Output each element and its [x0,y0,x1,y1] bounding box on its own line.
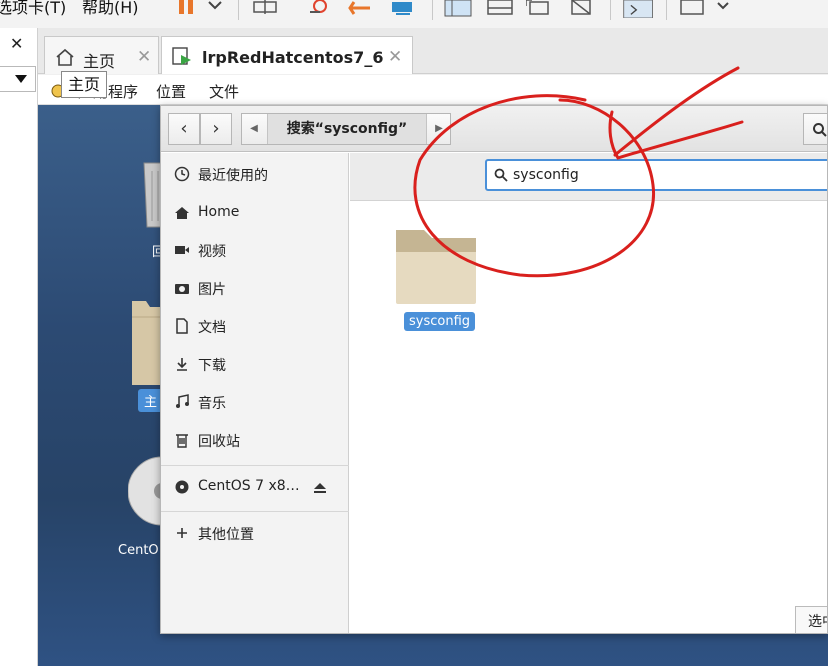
search-icon [813,123,827,137]
home-icon [175,207,189,219]
sidebar-item-recent[interactable]: 最近使用的 [161,157,349,193]
menu-places[interactable]: 位置 [156,81,186,102]
sidebar-item-label: 回收站 [198,434,240,450]
vmware-menubar: 选项卡(T) 帮助(H) [0,0,828,28]
sidebar-item-label: 音乐 [198,396,226,412]
close-icon[interactable]: ✕ [137,47,151,67]
toolbar-separator [610,0,611,20]
tooltip: 主页 [61,71,108,98]
sidebar-item-videos[interactable]: 视频 [161,233,349,269]
sidebar-item-label: 文档 [198,320,226,336]
path-scroll-right[interactable]: ▶ [427,114,451,144]
library-close-button[interactable]: ✕ [10,34,23,53]
search-icon [494,168,508,182]
tab-vm[interactable]: lrpRedHatcentos7_6 ✕ [161,36,413,74]
close-icon[interactable]: ✕ [388,47,402,67]
menu-help[interactable]: 帮助(H) [82,0,139,18]
download-icon [177,358,187,371]
back-button[interactable]: ‹ [168,113,200,145]
pause-icon[interactable] [176,0,226,18]
video-icon [175,246,189,254]
sidebar-separator [161,465,349,466]
sidebar-item-device[interactable]: CentOS 7 x8… [161,470,349,506]
document-icon [176,318,188,334]
sidebar-item-label: 最近使用的 [198,168,268,184]
search-entry[interactable] [485,159,827,191]
desktop-disc-label: CentO [118,543,159,558]
camera-icon [175,284,189,294]
search-toggle-button[interactable] [803,113,827,145]
gnome-top-menu: 应用程序 位置 文件 [38,75,828,105]
sidebar-item-home[interactable]: Home [161,196,349,232]
sidebar-item-label: 下载 [198,358,226,374]
sidebar-item-pictures[interactable]: 图片 [161,271,349,307]
file-name: sysconfig [404,312,476,331]
menu-files[interactable]: 文件 [209,81,239,102]
snapshot-icon[interactable] [306,0,336,18]
path-scroll-left[interactable]: ◀ [242,114,266,144]
sidebar-item-label: Home [198,204,240,220]
tab-label: 主页 [83,52,116,71]
search-bar [350,153,827,201]
headerbar: ‹ › ◀ 搜索“sysconfig” ▶ [161,106,827,152]
manage-snapshots-icon[interactable] [390,0,420,18]
toolbar-separator [238,0,239,20]
disc-icon [175,480,189,494]
toolbar-separator [666,0,667,20]
file-view: sysconfig [350,202,827,633]
status-button[interactable]: 选中 [795,606,827,633]
stretch-guest-icon[interactable] [680,0,730,18]
view-library-icon[interactable] [444,0,474,18]
sidebar-item-label: 其他位置 [198,527,254,543]
search-input[interactable] [513,166,827,184]
sidebar-separator [161,511,349,512]
path-current[interactable]: 搜索“sysconfig” [267,114,427,144]
places-sidebar: 最近使用的 Home 视频 图片 文档 下载 音乐 回收站 CentOS 7 x… [161,153,349,633]
chevron-down-icon [15,75,27,83]
sidebar-item-music[interactable]: 音乐 [161,385,349,421]
sidebar-item-other-locations[interactable]: 其他位置 [161,516,349,552]
forward-button[interactable]: › [200,113,232,145]
library-search-dropdown[interactable] [0,66,36,92]
unity-icon[interactable] [568,0,598,18]
file-item[interactable]: sysconfig [394,222,478,352]
toolbar-separator [432,0,433,20]
music-icon [176,394,189,408]
send-keys-icon[interactable] [252,0,282,18]
tab-home[interactable]: 主页 ✕ [44,36,159,74]
vm-tab-strip: 主页 ✕ lrpRedHatcentos7_6 ✕ [38,28,828,74]
path-bar: ◀ 搜索“sysconfig” ▶ [241,113,451,145]
disc-icon[interactable] [128,449,162,539]
tab-label: lrpRedHatcentos7_6 [202,48,384,67]
file-manager-window: ‹ › ◀ 搜索“sysconfig” ▶ 最近使用的 Home 视频 图片 文… [160,105,828,634]
view-thumbnail-icon[interactable] [486,0,516,18]
plus-icon [177,528,187,538]
clock-icon [174,166,190,182]
sidebar-item-label: 视频 [198,244,226,260]
sidebar-item-documents[interactable]: 文档 [161,309,349,345]
trash-icon [176,434,188,448]
sidebar-item-label: 图片 [198,282,226,298]
fullscreen-icon[interactable] [526,0,556,18]
home-icon [56,48,74,66]
sidebar-item-downloads[interactable]: 下载 [161,347,349,383]
menu-tabs[interactable]: 选项卡(T) [0,0,66,18]
library-panel: ✕ [0,28,38,666]
revert-snapshot-icon[interactable] [348,0,378,18]
vm-running-icon [172,47,191,65]
folder-icon [396,230,476,304]
console-view-icon[interactable] [622,0,656,18]
eject-icon[interactable] [313,482,327,494]
sidebar-item-trash[interactable]: 回收站 [161,423,349,459]
sidebar-item-label: CentOS 7 x8… [198,478,300,494]
